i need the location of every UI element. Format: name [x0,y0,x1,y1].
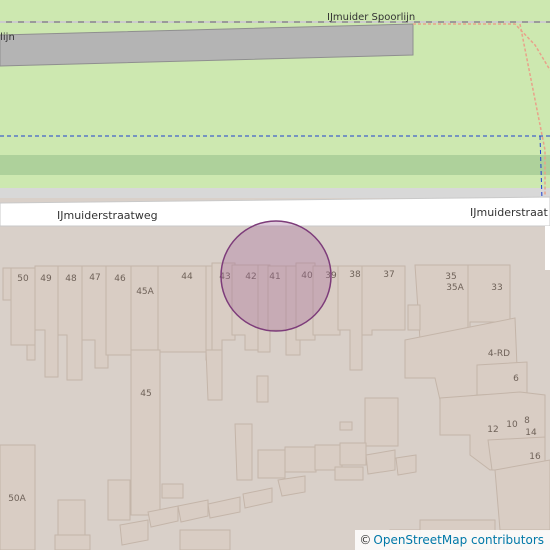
house-number: 37 [383,270,394,280]
location-marker-circle[interactable] [220,220,332,332]
grass-strip [0,155,550,175]
house-number: 45 [140,389,151,399]
house-number: 16 [529,452,541,462]
house-number: 14 [525,428,537,438]
verge [0,188,550,198]
map-canvas[interactable]: 50 49 48 47 46 45A 44 43 42 41 40 39 38 … [0,0,550,550]
house-number: 10 [506,420,518,430]
house-number: 50A [8,494,26,504]
house-number: 48 [65,274,77,284]
house-number: 8 [524,416,530,426]
rail-label: IJmuider Spoorlijn [327,12,415,23]
house-number: 47 [89,273,100,283]
map-attribution: © OpenStreetMap contributors [355,530,550,550]
house-number: 45A [136,287,154,297]
house-number: 50 [17,274,29,284]
house-number: 49 [40,274,52,284]
house-number: 33 [491,283,502,293]
openstreetmap-link[interactable]: OpenStreetMap contributors [373,533,544,547]
road-label: IJmuiderstraatweg [57,209,158,222]
house-number: 12 [487,425,498,435]
house-number: 4-RD [488,349,510,359]
rail-label-fragment: rlijn [0,32,15,43]
house-number: 46 [114,274,126,284]
house-number: 38 [349,270,361,280]
copyright-symbol: © [359,533,372,547]
house-number: 6 [513,374,519,384]
house-number: 44 [181,272,193,282]
house-number: 35A [446,283,464,293]
road-label-right: IJmuiderstraat [470,206,549,219]
house-number: 35 [445,272,456,282]
